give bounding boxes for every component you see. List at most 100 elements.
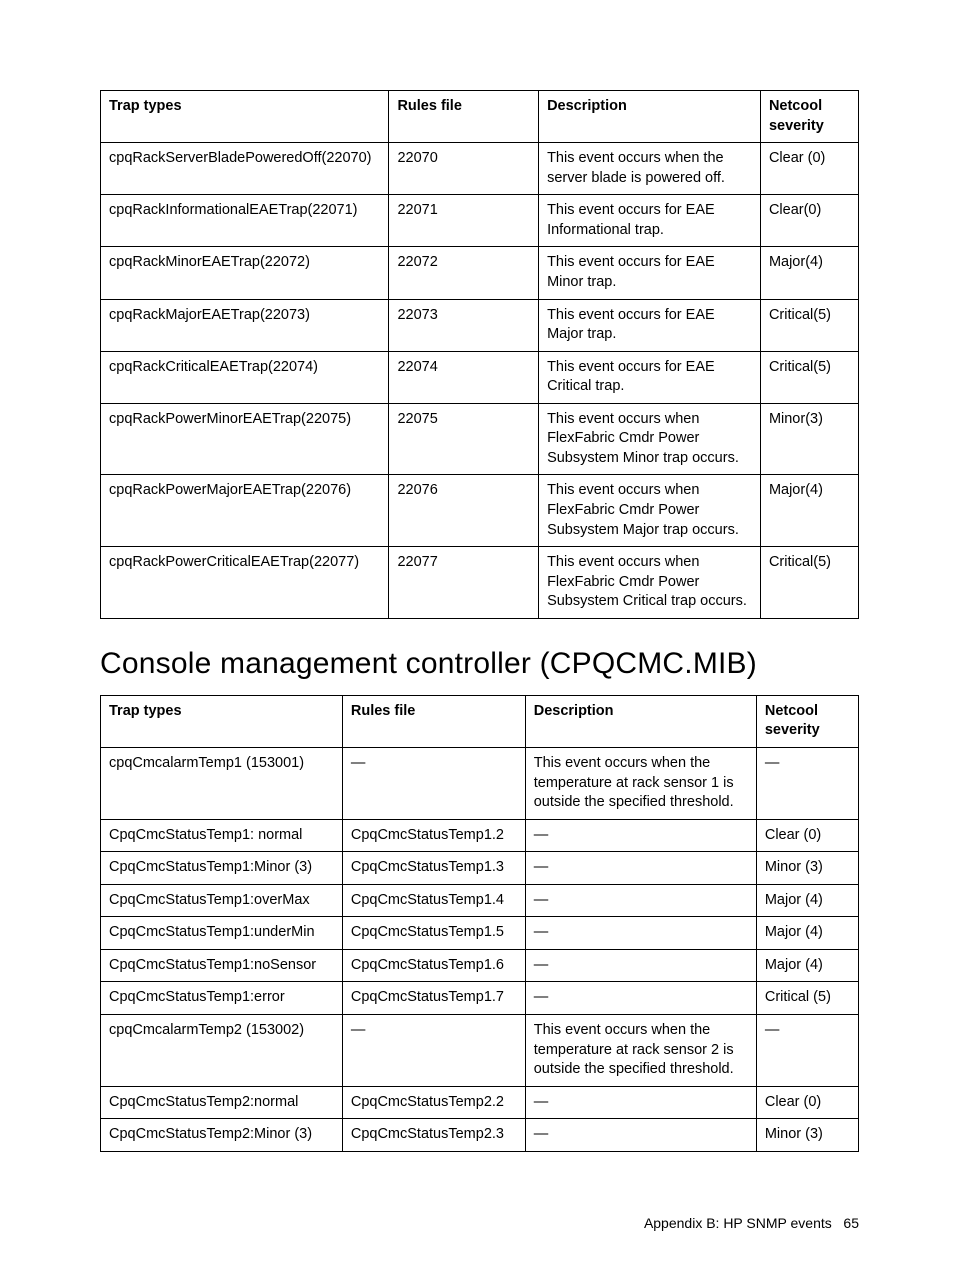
cell-sev: Minor(3) [760,403,858,475]
table-row: cpqRackPowerMinorEAETrap(22075) 22075 Th… [101,403,859,475]
page-footer: Appendix B: HP SNMP events 65 [644,1215,859,1231]
cell-sev: Critical(5) [760,299,858,351]
cell-desc: This event occurs for EAE Critical trap. [539,351,761,403]
cell-trap: CpqCmcStatusTemp2:normal [101,1086,343,1119]
cell-trap: cpqRackServerBladePoweredOff(22070) [101,143,389,195]
trap-table-1: Trap types Rules file Description Netcoo… [100,90,859,619]
cell-desc: This event occurs when the server blade … [539,143,761,195]
cell-sev: Minor (3) [756,1119,858,1152]
cell-rules: CpqCmcStatusTemp1.6 [342,949,525,982]
table-row: CpqCmcStatusTemp1:overMax CpqCmcStatusTe… [101,884,859,917]
cell-desc: — [525,1119,756,1152]
cell-sev: Clear (0) [756,1086,858,1119]
cell-trap: cpqCmcalarmTemp1 (153001) [101,747,343,819]
cell-trap: CpqCmcStatusTemp1:underMin [101,917,343,950]
table-row: cpqRackCriticalEAETrap(22074) 22074 This… [101,351,859,403]
cell-rules: 22070 [389,143,539,195]
cell-trap: CpqCmcStatusTemp2:Minor (3) [101,1119,343,1152]
cell-desc: This event occurs for EAE Minor trap. [539,247,761,299]
table-row: CpqCmcStatusTemp2:Minor (3) CpqCmcStatus… [101,1119,859,1152]
table-header-row: Trap types Rules file Description Netcoo… [101,695,859,747]
cell-desc: — [525,819,756,852]
cell-trap: CpqCmcStatusTemp1:overMax [101,884,343,917]
cell-trap: CpqCmcStatusTemp1: normal [101,819,343,852]
table-row: CpqCmcStatusTemp1:Minor (3) CpqCmcStatus… [101,852,859,885]
cell-sev: Clear (0) [756,819,858,852]
cell-sev: Minor (3) [756,852,858,885]
col-header-desc: Description [539,91,761,143]
cell-rules: CpqCmcStatusTemp1.7 [342,982,525,1015]
table-row: cpqRackPowerCriticalEAETrap(22077) 22077… [101,547,859,619]
table-row: CpqCmcStatusTemp1:underMin CpqCmcStatusT… [101,917,859,950]
cell-rules: CpqCmcStatusTemp1.4 [342,884,525,917]
cell-desc: — [525,917,756,950]
table-row: cpqRackInformationalEAETrap(22071) 22071… [101,195,859,247]
cell-trap: cpqRackCriticalEAETrap(22074) [101,351,389,403]
table-row: CpqCmcStatusTemp1:error CpqCmcStatusTemp… [101,982,859,1015]
cell-rules: CpqCmcStatusTemp2.3 [342,1119,525,1152]
cell-desc: — [525,884,756,917]
cell-sev: Critical(5) [760,351,858,403]
cell-desc: This event occurs for EAE Major trap. [539,299,761,351]
cell-rules: 22071 [389,195,539,247]
cell-desc: This event occurs when FlexFabric Cmdr P… [539,475,761,547]
table-row: CpqCmcStatusTemp1: normal CpqCmcStatusTe… [101,819,859,852]
cell-rules: — [342,747,525,819]
section-heading: Console management controller (CPQCMC.MI… [100,647,859,681]
cell-trap: cpqRackMajorEAETrap(22073) [101,299,389,351]
cell-trap: cpqRackPowerMinorEAETrap(22075) [101,403,389,475]
table-row: CpqCmcStatusTemp1:noSensor CpqCmcStatusT… [101,949,859,982]
cell-desc: — [525,1086,756,1119]
table-row: cpqCmcalarmTemp2 (153002) — This event o… [101,1015,859,1087]
col-header-desc: Description [525,695,756,747]
cell-trap: cpqRackMinorEAETrap(22072) [101,247,389,299]
cell-sev: Critical(5) [760,547,858,619]
cell-rules: 22073 [389,299,539,351]
footer-text: Appendix B: HP SNMP events [644,1215,832,1231]
col-header-trap: Trap types [101,695,343,747]
cell-trap: CpqCmcStatusTemp1:error [101,982,343,1015]
cell-rules: CpqCmcStatusTemp1.2 [342,819,525,852]
col-header-sev: Netcool severity [760,91,858,143]
cell-desc: — [525,852,756,885]
cell-desc: This event occurs when the temperature a… [525,1015,756,1087]
cell-sev: Clear (0) [760,143,858,195]
table-row: cpqRackServerBladePoweredOff(22070) 2207… [101,143,859,195]
cell-rules: 22072 [389,247,539,299]
cell-rules: 22074 [389,351,539,403]
col-header-rules: Rules file [342,695,525,747]
cell-trap: CpqCmcStatusTemp1:Minor (3) [101,852,343,885]
cell-trap: cpqCmcalarmTemp2 (153002) [101,1015,343,1087]
page: Trap types Rules file Description Netcoo… [0,0,954,1271]
page-number: 65 [843,1215,859,1231]
cell-desc: This event occurs when FlexFabric Cmdr P… [539,403,761,475]
table-row: cpqRackPowerMajorEAETrap(22076) 22076 Th… [101,475,859,547]
cell-sev: Clear(0) [760,195,858,247]
cell-desc: This event occurs when the temperature a… [525,747,756,819]
cell-rules: CpqCmcStatusTemp1.5 [342,917,525,950]
table-row: cpqRackMajorEAETrap(22073) 22073 This ev… [101,299,859,351]
cell-sev: Major(4) [760,475,858,547]
cell-desc: — [525,949,756,982]
cell-rules: 22077 [389,547,539,619]
cell-trap: cpqRackPowerMajorEAETrap(22076) [101,475,389,547]
table-row: cpqRackMinorEAETrap(22072) 22072 This ev… [101,247,859,299]
table-row: cpqCmcalarmTemp1 (153001) — This event o… [101,747,859,819]
cell-desc: — [525,982,756,1015]
table-row: CpqCmcStatusTemp2:normal CpqCmcStatusTem… [101,1086,859,1119]
cell-rules: 22075 [389,403,539,475]
cell-sev: — [756,1015,858,1087]
col-header-trap: Trap types [101,91,389,143]
cell-sev: Critical (5) [756,982,858,1015]
cell-sev: Major (4) [756,917,858,950]
cell-desc: This event occurs for EAE Informational … [539,195,761,247]
cell-trap: CpqCmcStatusTemp1:noSensor [101,949,343,982]
table-header-row: Trap types Rules file Description Netcoo… [101,91,859,143]
cell-desc: This event occurs when FlexFabric Cmdr P… [539,547,761,619]
trap-table-2: Trap types Rules file Description Netcoo… [100,695,859,1152]
cell-rules: CpqCmcStatusTemp2.2 [342,1086,525,1119]
col-header-rules: Rules file [389,91,539,143]
col-header-sev: Netcool severity [756,695,858,747]
cell-trap: cpqRackInformationalEAETrap(22071) [101,195,389,247]
cell-sev: Major (4) [756,884,858,917]
